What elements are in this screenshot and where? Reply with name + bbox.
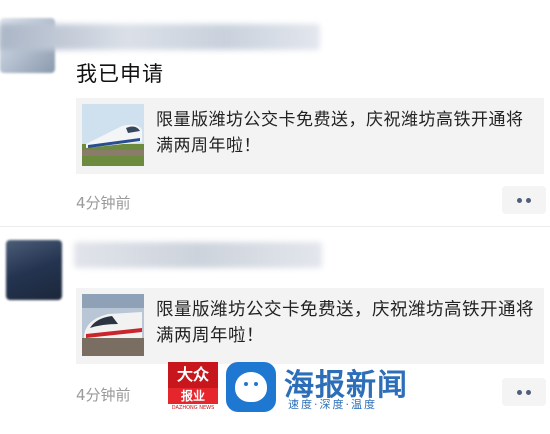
shared-link-card[interactable]: 限量版潍坊公交卡免费送，庆祝潍坊高铁开通将满两周年啦！ bbox=[76, 288, 544, 364]
logo-middle-text: 报业 bbox=[168, 388, 218, 404]
dot-icon bbox=[517, 198, 522, 203]
comment-text: 我已申请 bbox=[76, 62, 164, 86]
shared-link-card[interactable]: 限量版潍坊公交卡免费送，庆祝潍坊高铁开通将满两周年啦！ bbox=[76, 98, 544, 174]
dot-icon bbox=[517, 390, 522, 395]
timestamp: 4分钟前 bbox=[76, 386, 131, 404]
logo-bottom-text: DAZHONG NEWS bbox=[168, 404, 218, 412]
card-title: 限量版潍坊公交卡免费送，庆祝潍坊高铁开通将满两周年啦！ bbox=[156, 300, 534, 346]
dazhong-news-logo: 大众 报业 DAZHONG NEWS bbox=[168, 362, 218, 412]
train-thumbnail bbox=[82, 294, 144, 356]
more-options-button[interactable] bbox=[502, 186, 546, 214]
brand-slogan: 速度·深度·温度 bbox=[288, 398, 377, 411]
avatar[interactable] bbox=[6, 240, 62, 300]
moment-comment-1: 我已申请 限量版潍坊公交卡免费送，庆祝潍坊高铁开通将满两周年啦！ 4分钟前 bbox=[0, 0, 550, 226]
blurred-username[interactable] bbox=[0, 24, 320, 50]
divider bbox=[0, 226, 550, 227]
seal-mascot-logo-icon bbox=[226, 362, 276, 412]
card-title: 限量版潍坊公交卡免费送，庆祝潍坊高铁开通将满两周年啦！ bbox=[156, 110, 524, 156]
blurred-username[interactable] bbox=[74, 242, 322, 268]
train-thumbnail bbox=[82, 104, 144, 166]
dot-icon bbox=[526, 390, 531, 395]
timestamp: 4分钟前 bbox=[76, 194, 131, 212]
more-options-button[interactable] bbox=[502, 378, 546, 406]
dot-icon bbox=[526, 198, 531, 203]
logo-top-text: 大众 bbox=[168, 362, 218, 388]
